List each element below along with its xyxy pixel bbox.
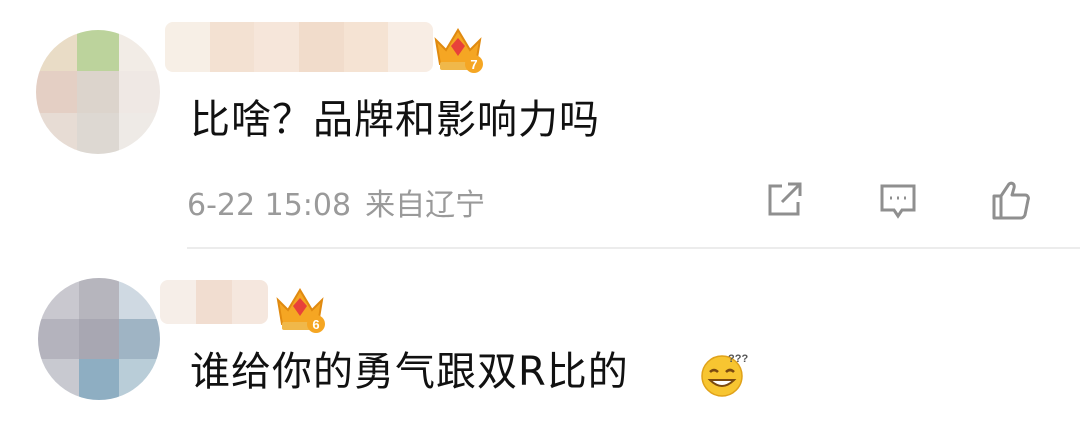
share-icon[interactable] [762, 178, 806, 222]
crown-badge-icon: 7 [434, 28, 483, 73]
divider [187, 247, 1080, 249]
svg-text:???: ??? [728, 353, 748, 365]
avatar[interactable] [36, 30, 160, 154]
comment-date: 6-22 15:08 [187, 188, 352, 223]
badge-level: 6 [312, 317, 319, 332]
comment-meta: 6-22 15:08 来自辽宁 [187, 180, 485, 224]
comment-text: 谁给你的勇气跟双R比的 [190, 349, 629, 395]
comment-item: 7 比啥？品牌和影响力吗 6-22 15:08 来自辽宁 [0, 0, 1080, 250]
avatar[interactable] [38, 278, 160, 400]
username[interactable] [165, 22, 433, 72]
comment-item: 6 谁给你的勇气跟双R比的 ??? [0, 250, 1080, 429]
crown-badge-icon: 6 [276, 288, 325, 333]
badge-level: 7 [470, 57, 477, 72]
comment-text: 比啥？品牌和影响力吗 [190, 97, 600, 143]
comment-location: 来自辽宁 [365, 188, 486, 223]
like-icon[interactable] [988, 178, 1032, 222]
comment-icon[interactable] [876, 178, 920, 222]
username[interactable] [160, 280, 268, 324]
smiling-squint-emoji-icon: ??? [701, 353, 748, 397]
